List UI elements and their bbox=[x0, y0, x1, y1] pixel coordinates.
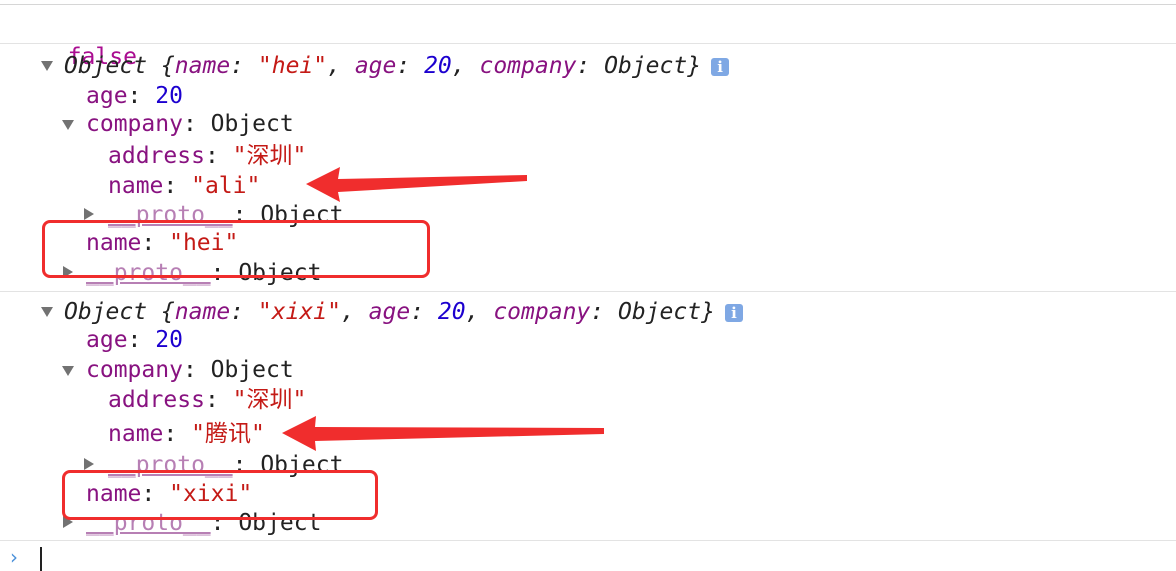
arrow-pointer-icon bbox=[306, 167, 527, 202]
console-input-caret[interactable] bbox=[40, 547, 42, 571]
arrow-pointer-icon bbox=[282, 416, 604, 451]
console-prompt-icon: › bbox=[10, 545, 18, 569]
annotation-arrows bbox=[282, 167, 604, 451]
